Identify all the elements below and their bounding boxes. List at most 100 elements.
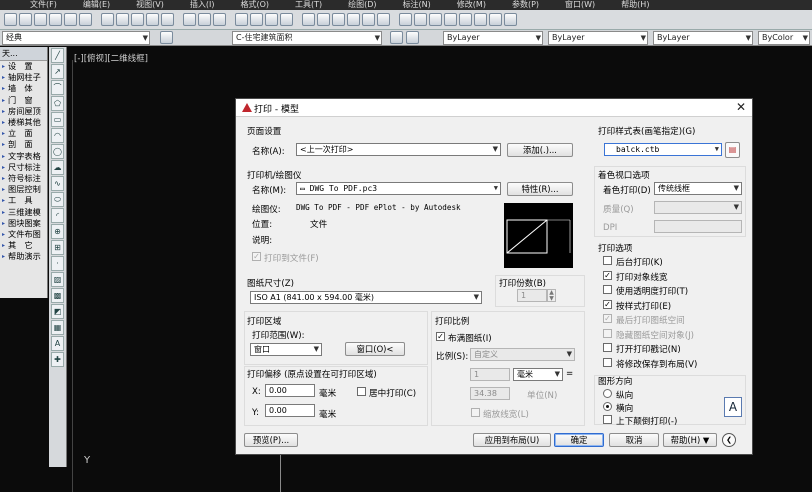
printer-properties-button[interactable]: 特性(R)... bbox=[507, 182, 573, 196]
circle-icon[interactable]: ◯ bbox=[51, 144, 64, 159]
layer-walk-icon[interactable] bbox=[489, 13, 502, 26]
redo-icon[interactable] bbox=[198, 13, 211, 26]
revcloud-icon[interactable]: ☁ bbox=[51, 160, 64, 175]
point-icon[interactable]: · bbox=[51, 256, 64, 271]
palette-item[interactable]: ▸ 三维建模 bbox=[0, 206, 47, 217]
offset-x-input[interactable]: 0.00 bbox=[265, 384, 315, 397]
rectangle-icon[interactable]: ▭ bbox=[51, 112, 64, 127]
layer-iso-icon[interactable] bbox=[414, 13, 427, 26]
close-icon[interactable]: ✕ bbox=[736, 100, 746, 114]
apply-to-layout-button[interactable]: 应用到布局(U) bbox=[473, 433, 551, 447]
properties-icon[interactable] bbox=[280, 13, 293, 26]
line-icon[interactable]: ╱ bbox=[51, 48, 64, 63]
help-button[interactable]: 帮助(H) ▼ bbox=[663, 433, 717, 447]
linetype-dropdown[interactable]: ByLayer ▼ bbox=[548, 31, 648, 45]
plot-option-checkbox[interactable] bbox=[603, 256, 612, 265]
help-icon[interactable] bbox=[377, 13, 390, 26]
palette-item[interactable]: ▸ 轴网柱子 bbox=[0, 72, 47, 83]
table-icon[interactable]: ▦ bbox=[51, 320, 64, 335]
layer-dropdown[interactable]: C-住宅建筑面积 ▼ bbox=[232, 31, 382, 45]
viewport-label[interactable]: [-][俯视][二维线框] bbox=[74, 52, 148, 64]
palette-item[interactable]: ▸ 文件布图 bbox=[0, 229, 47, 240]
plot-option-checkbox[interactable]: ✓ bbox=[603, 299, 612, 309]
layer-lock-icon[interactable] bbox=[459, 13, 472, 26]
palette-item[interactable]: ▸ 剖 面 bbox=[0, 139, 47, 150]
match-properties-icon[interactable] bbox=[146, 13, 159, 26]
dialog-titlebar[interactable]: 打印 - 模型 ✕ bbox=[236, 99, 752, 117]
polyline-icon[interactable]: ⌒ bbox=[51, 80, 64, 95]
layer-previous-icon[interactable] bbox=[406, 31, 419, 44]
palette-item[interactable]: ▸ 墙 体 bbox=[0, 83, 47, 94]
cancel-button[interactable]: 取消 bbox=[609, 433, 659, 447]
pan-icon[interactable] bbox=[213, 13, 226, 26]
block-editor-icon[interactable] bbox=[161, 13, 174, 26]
fit-to-paper-checkbox[interactable]: ✓ bbox=[436, 332, 445, 341]
scale-unit-dropdown[interactable]: 毫米 ▼ bbox=[513, 368, 563, 381]
markup-icon[interactable] bbox=[347, 13, 360, 26]
gradient-icon[interactable]: ▩ bbox=[51, 288, 64, 303]
palette-item[interactable]: ▸ 工 具 bbox=[0, 195, 47, 206]
menu-item-5[interactable]: 工具(T) bbox=[295, 0, 322, 10]
layer-freeze-icon[interactable] bbox=[429, 13, 442, 26]
plot-option-checkbox[interactable]: ✓ bbox=[603, 270, 612, 280]
palette-item[interactable]: ▸ 房间屋顶 bbox=[0, 106, 47, 117]
plot-to-file-checkbox[interactable]: ✓ bbox=[252, 252, 261, 261]
scale-dropdown[interactable]: 自定义 ▼ bbox=[470, 348, 575, 361]
publish-icon[interactable] bbox=[79, 13, 92, 26]
construction-line-icon[interactable]: ↗ bbox=[51, 64, 64, 79]
layer-merge-icon[interactable] bbox=[504, 13, 517, 26]
plotstyle-dropdown[interactable]: ByColor ▼ bbox=[758, 31, 810, 45]
palette-item[interactable]: ▸ 帮助演示 bbox=[0, 251, 47, 262]
palette-item[interactable]: ▸ 尺寸标注 bbox=[0, 162, 47, 173]
cut-icon[interactable] bbox=[101, 13, 114, 26]
ellipse-arc-icon[interactable]: ◜ bbox=[51, 208, 64, 223]
scale-numerator-input[interactable]: 1 bbox=[470, 368, 510, 381]
make-current-icon[interactable] bbox=[390, 31, 403, 44]
menu-item-1[interactable]: 编辑(E) bbox=[83, 0, 110, 10]
menu-item-2[interactable]: 视图(V) bbox=[136, 0, 164, 10]
copy-icon[interactable] bbox=[116, 13, 129, 26]
color-dropdown[interactable]: ByLayer ▼ bbox=[443, 31, 543, 45]
lineweight-dropdown[interactable]: ByLayer ▼ bbox=[653, 31, 753, 45]
save-icon[interactable] bbox=[34, 13, 47, 26]
palette-item[interactable]: ▸ 文字表格 bbox=[0, 151, 47, 162]
print-icon[interactable] bbox=[49, 13, 62, 26]
zoom-window-icon[interactable] bbox=[250, 13, 263, 26]
ellipse-icon[interactable]: ⬭ bbox=[51, 192, 64, 207]
undo-icon[interactable] bbox=[183, 13, 196, 26]
polygon-icon[interactable]: ⬠ bbox=[51, 96, 64, 111]
arc-icon[interactable]: ◠ bbox=[51, 128, 64, 143]
plot-option-checkbox[interactable]: ✓ bbox=[603, 314, 612, 323]
menu-item-7[interactable]: 标注(N) bbox=[403, 0, 431, 10]
plot-option-checkbox[interactable] bbox=[603, 357, 612, 367]
center-plot-checkbox[interactable] bbox=[357, 387, 366, 396]
shade-plot-dropdown[interactable]: 传统线框 ▼ bbox=[654, 182, 742, 195]
palette-item[interactable]: ▸ 门 窗 bbox=[0, 95, 47, 106]
tool-palettes-icon[interactable] bbox=[317, 13, 330, 26]
menu-item-8[interactable]: 修改(M) bbox=[457, 0, 486, 10]
region-icon[interactable]: ◩ bbox=[51, 304, 64, 319]
add-page-setup-button[interactable]: 添加(.)... bbox=[507, 143, 573, 157]
workspace-dropdown[interactable]: 经典 ▼ bbox=[2, 31, 150, 45]
plot-option-checkbox[interactable] bbox=[603, 328, 612, 338]
layer-match-icon[interactable] bbox=[474, 13, 487, 26]
add-selected-icon[interactable]: ✚ bbox=[51, 352, 64, 367]
quality-dropdown[interactable]: ▼ bbox=[654, 201, 742, 214]
printer-name-dropdown[interactable]: ▭ DWG To PDF.pc3 ▼ bbox=[296, 182, 501, 195]
menu-item-4[interactable]: 格式(O) bbox=[240, 0, 269, 10]
upside-down-checkbox[interactable] bbox=[603, 415, 612, 424]
menu-item-10[interactable]: 窗口(W) bbox=[565, 0, 595, 10]
scale-lineweights-checkbox[interactable] bbox=[471, 408, 480, 417]
hatch-icon[interactable]: ▨ bbox=[51, 272, 64, 287]
zoom-realtime-icon[interactable] bbox=[235, 13, 248, 26]
plot-preview-icon[interactable] bbox=[64, 13, 77, 26]
scale-denominator-input[interactable]: 34.38 bbox=[470, 387, 510, 400]
preview-button[interactable]: 预览(P)... bbox=[244, 433, 298, 447]
design-center-icon[interactable] bbox=[302, 13, 315, 26]
plot-option-checkbox[interactable] bbox=[603, 343, 612, 352]
layer-off-icon[interactable] bbox=[444, 13, 457, 26]
window-select-button[interactable]: 窗口(O)< bbox=[345, 342, 405, 356]
collapse-options-icon[interactable]: ❮ bbox=[722, 433, 736, 447]
palette-item[interactable]: ▸ 图层控制 bbox=[0, 184, 47, 195]
palette-item[interactable]: ▸ 符号标注 bbox=[0, 173, 47, 184]
